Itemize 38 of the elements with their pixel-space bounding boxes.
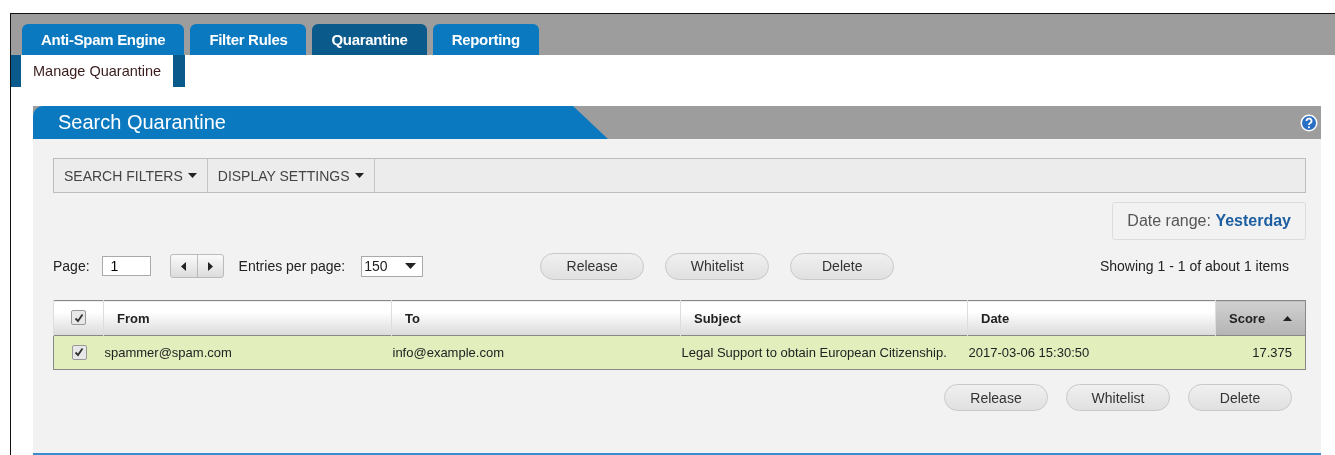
date-range: Date range: Yesterday (1112, 202, 1306, 240)
caret-icon (405, 263, 417, 269)
menu-button[interactable]: DISPLAY SETTINGS (207, 159, 375, 192)
action-button[interactable]: Whitelist (1066, 384, 1170, 411)
nav-tab[interactable]: Quarantine (312, 24, 427, 55)
right-arrow-icon (207, 261, 213, 271)
entries-label: Entries per page: (238, 258, 346, 274)
action-button[interactable]: Whitelist (665, 252, 770, 280)
menu-button[interactable]: SEARCH FILTERS (54, 159, 208, 192)
nav-tab[interactable]: Filter Rules (190, 24, 307, 55)
column-header[interactable]: From (103, 300, 392, 336)
subnav-tab[interactable]: Manage Quarantine (11, 55, 186, 87)
table-cell: Legal Support to obtain European Citizenship. (680, 335, 968, 370)
table-cell: spammer@spam.com (103, 335, 392, 370)
sort-icon (1283, 315, 1292, 321)
table-cell: 17.375 (1215, 335, 1306, 370)
caret-icon (354, 173, 364, 178)
table-cell: 2017-03-06 15:30:50 (967, 335, 1216, 370)
item-count: Showing 1 - 1 of about 1 items (1099, 258, 1289, 274)
page-label: Page: (53, 258, 90, 274)
column-header[interactable]: Date (967, 300, 1216, 336)
checkbox[interactable] (71, 310, 86, 326)
action-button[interactable]: Delete (1188, 384, 1292, 411)
action-button[interactable]: Release (540, 252, 645, 280)
table-cell: info@example.com (391, 335, 681, 370)
nav-tab[interactable]: Anti-Spam Engine (22, 24, 185, 55)
column-header[interactable]: To (391, 300, 681, 336)
entries-dropdown[interactable]: 150 (361, 255, 424, 277)
column-header[interactable]: Score (1215, 300, 1306, 336)
action-button[interactable]: Release (944, 384, 1048, 411)
caret-icon (187, 173, 197, 178)
page-field[interactable]: 1 (101, 256, 151, 276)
column-header[interactable]: Subject (680, 300, 968, 336)
help-icon[interactable] (1300, 113, 1318, 132)
nav-tab[interactable]: Reporting (432, 24, 539, 55)
action-button[interactable]: Delete (790, 252, 895, 280)
left-arrow-icon (181, 261, 187, 271)
checkbox[interactable] (71, 344, 87, 360)
